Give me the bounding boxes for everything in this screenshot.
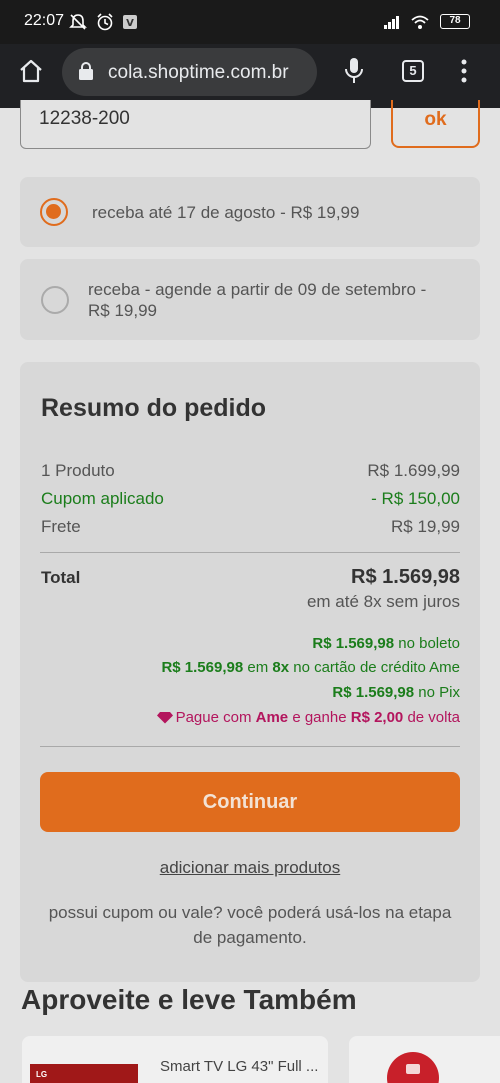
shipping-option-label-line2: R$ 19,99 (88, 301, 157, 320)
card-text: no cartão de crédito Ame (293, 659, 460, 676)
home-icon[interactable] (18, 58, 44, 84)
browser-toolbar: cola.shoptime.com.br 5 (0, 44, 500, 108)
pix-text: no Pix (418, 684, 460, 701)
ame-cashback-line: Pague com Ame e ganhe R$ 2,00 de volta (156, 709, 460, 726)
boleto-amount: R$ 1.569,98 (312, 635, 395, 652)
wifi-icon (411, 15, 429, 29)
lock-icon (79, 62, 93, 80)
tab-switcher-button[interactable]: 5 (402, 60, 424, 82)
ame-prefix: Pague com (175, 709, 252, 726)
coupon-note-line1: possui cupom ou vale? você poderá usá-lo… (48, 903, 452, 922)
products-label: 1 Produto (41, 461, 115, 480)
summary-title: Resumo do pedido (41, 394, 266, 422)
shipping-label: Frete (41, 517, 81, 536)
battery-icon: 78 (440, 14, 470, 29)
shipping-option-fast[interactable]: receba até 17 de agosto - R$ 19,99 (20, 177, 480, 247)
pix-amount: R$ 1.569,98 (332, 684, 415, 701)
more-menu-icon[interactable] (456, 58, 472, 84)
shipping-option-label-line1: receba - agende a partir de 09 de setemb… (88, 280, 427, 299)
boleto-line: R$ 1.569,98 no boleto (312, 635, 460, 652)
url-text: cola.shoptime.com.br (108, 62, 289, 83)
product-name: Smart TV LG 43" Full ... (160, 1058, 319, 1075)
app-notification-icon: V (123, 15, 137, 29)
boleto-text: no boleto (398, 635, 460, 652)
ame-brand: Ame (255, 709, 289, 726)
divider (40, 552, 460, 553)
ame-amount: R$ 2,00 (350, 709, 404, 726)
coupon-note: possui cupom ou vale? você poderá usá-lo… (40, 900, 460, 950)
product-card[interactable]: LG Smart TV LG 43" Full ... (22, 1036, 328, 1083)
product-image: LG (30, 1064, 138, 1083)
alarm-icon (97, 13, 113, 31)
products-value: R$ 1.699,99 (367, 461, 460, 480)
total-value: R$ 1.569,98 (351, 566, 460, 588)
ame-mid: e ganhe (292, 709, 347, 726)
order-summary: Resumo do pedido 1 Produto R$ 1.699,99 C… (20, 362, 480, 982)
ame-suffix: de volta (407, 709, 460, 726)
microphone-icon[interactable] (343, 56, 365, 86)
total-label: Total (41, 568, 81, 587)
coupon-label: Cupom aplicado (41, 489, 164, 508)
installments-text: em até 8x sem juros (306, 592, 460, 611)
divider (40, 746, 460, 747)
diamond-icon (156, 712, 173, 724)
add-more-products-link[interactable]: adicionar mais produtos (20, 858, 480, 878)
address-bar[interactable]: cola.shoptime.com.br (62, 48, 317, 96)
shipping-option-label: receba até 17 de agosto - R$ 19,99 (92, 203, 360, 222)
product-image (387, 1052, 439, 1083)
shipping-value: R$ 19,99 (391, 517, 460, 536)
ok-button[interactable]: ok (391, 100, 480, 148)
card-amount: R$ 1.569,98 (161, 659, 244, 676)
product-card[interactable] (349, 1036, 500, 1083)
also-take-title: Aproveite e leve Também (21, 984, 357, 1015)
lg-logo-icon: LG (36, 1070, 48, 1079)
card-line: R$ 1.569,98 em 8x no cartão de crédito A… (161, 659, 460, 676)
cep-value: 12238-200 (39, 108, 130, 129)
coupon-note-line2: de pagamento. (193, 928, 307, 947)
continue-button[interactable]: Continuar (40, 772, 460, 832)
shipping-option-scheduled[interactable]: receba - agende a partir de 09 de setemb… (20, 259, 480, 340)
bell-off-icon (69, 14, 87, 30)
radio-selected-icon[interactable] (40, 198, 68, 226)
svg-text:V: V (126, 18, 134, 29)
status-bar: 22:07 V 78 (0, 0, 500, 44)
pix-line: R$ 1.569,98 no Pix (332, 684, 460, 701)
card-mid: em (247, 659, 269, 676)
status-time: 22:07 (24, 12, 65, 29)
coupon-value: - R$ 150,00 (371, 489, 460, 508)
signal-icon (384, 16, 399, 29)
card-installments: 8x (272, 659, 290, 676)
radio-unselected-icon[interactable] (41, 286, 69, 314)
cep-input[interactable]: 12238-200 (20, 100, 371, 149)
